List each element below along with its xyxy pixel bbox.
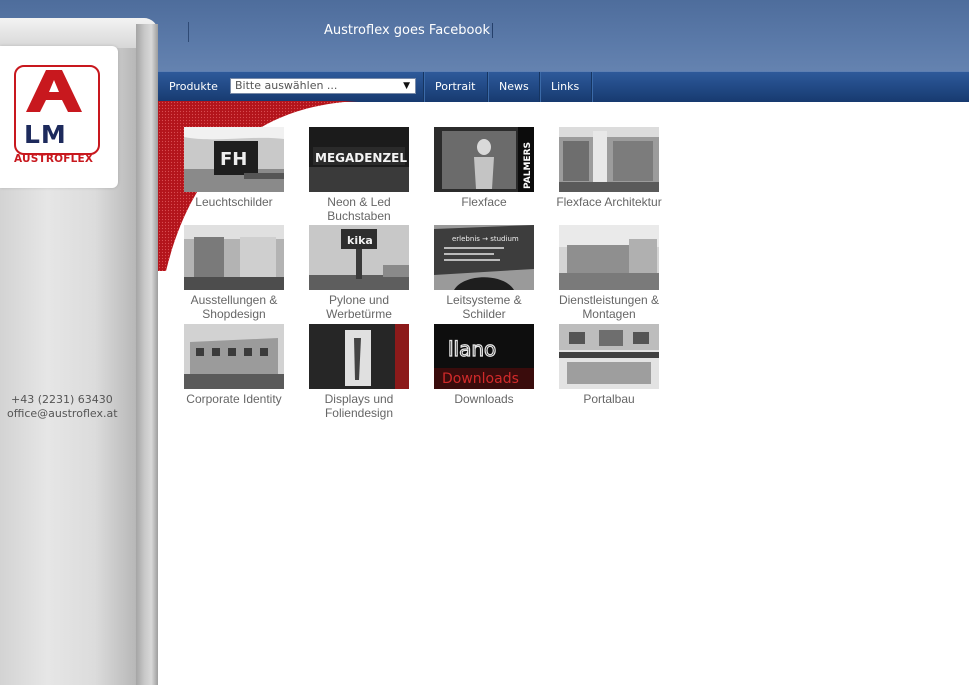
- flexface-thumb[interactable]: PALMERS: [434, 127, 534, 192]
- dropdown-arrow-icon[interactable]: ▼: [403, 79, 410, 93]
- product-sign-text: MEGADENZEL: [315, 151, 407, 165]
- banner-divider: [188, 22, 189, 42]
- flexface-architektur-thumb[interactable]: [559, 127, 659, 192]
- product-label[interactable]: Downloads: [429, 392, 539, 406]
- leitsysteme-thumb[interactable]: erlebnis → studium: [434, 225, 534, 290]
- pylone-thumb[interactable]: kika: [309, 225, 409, 290]
- product-label[interactable]: Flexface Architektur: [554, 195, 664, 209]
- product-tile[interactable]: llano Downloads Downloads: [429, 324, 539, 406]
- product-tile[interactable]: Ausstellungen & Shopdesign: [179, 225, 289, 321]
- product-tile[interactable]: Flexface Architektur: [554, 127, 664, 209]
- sidebar-edge: [136, 24, 158, 685]
- produkte-label: Produkte: [169, 80, 218, 93]
- facebook-link[interactable]: Austroflex goes Facebook: [324, 23, 493, 38]
- product-label[interactable]: Portalbau: [554, 392, 664, 406]
- austroflex-logo-icon: [26, 70, 82, 112]
- contact-email[interactable]: office@austroflex.at: [7, 407, 118, 420]
- product-label[interactable]: Corporate Identity: [179, 392, 289, 406]
- nav-item-portrait[interactable]: Portrait: [435, 80, 475, 93]
- nav-separator: [487, 72, 489, 102]
- corporate-identity-thumb[interactable]: [184, 324, 284, 389]
- nav-separator: [591, 72, 593, 102]
- nav-item-links[interactable]: Links: [551, 80, 579, 93]
- product-select-value: Bitte auswählen ...: [235, 79, 338, 92]
- product-label[interactable]: Leuchtschilder: [179, 195, 289, 209]
- product-tile[interactable]: Portalbau: [554, 324, 664, 406]
- product-label[interactable]: Pylone und Werbetürme: [304, 293, 414, 321]
- product-label[interactable]: Dienstleistungen & Montagen: [554, 293, 664, 321]
- downloads-thumb[interactable]: llano Downloads: [434, 324, 534, 389]
- svg-text:FH: FH: [220, 149, 247, 170]
- product-label[interactable]: Displays und Foliendesign: [304, 392, 414, 420]
- product-tile[interactable]: MEGADENZEL Neon & Led Buchstaben: [304, 127, 414, 223]
- product-tile[interactable]: FH Leuchtschilder: [179, 127, 289, 209]
- product-tile[interactable]: erlebnis → studium Leitsysteme & Schilde…: [429, 225, 539, 321]
- ausstellungen-thumb[interactable]: [184, 225, 284, 290]
- product-label[interactable]: Ausstellungen & Shopdesign: [179, 293, 289, 321]
- product-label[interactable]: Flexface: [429, 195, 539, 209]
- product-select[interactable]: Bitte auswählen ... ▼: [230, 78, 416, 94]
- portalbau-thumb[interactable]: [559, 324, 659, 389]
- nav-item-news[interactable]: News: [499, 80, 529, 93]
- nav-bar: Produkte Bitte auswählen ... ▼ Portrait …: [158, 71, 969, 102]
- nav-separator: [539, 72, 541, 102]
- product-tile[interactable]: Dienstleistungen & Montagen: [554, 225, 664, 321]
- neon-led-thumb[interactable]: MEGADENZEL: [309, 127, 409, 192]
- product-sign-text: erlebnis → studium: [452, 235, 519, 243]
- logo-brand-name: AUSTROFLEX: [14, 153, 94, 165]
- product-sign-text: PALMERS: [523, 142, 533, 189]
- product-tile[interactable]: PALMERS Flexface: [429, 127, 539, 209]
- product-tile[interactable]: Displays und Foliendesign: [304, 324, 414, 420]
- product-label[interactable]: Leitsysteme & Schilder: [429, 293, 539, 321]
- product-sign-text: kika: [347, 234, 373, 247]
- product-sign-text: Downloads: [442, 371, 519, 387]
- displays-thumb[interactable]: [309, 324, 409, 389]
- leuchtschilder-thumb[interactable]: FH: [184, 127, 284, 192]
- svg-text:llano: llano: [448, 337, 496, 361]
- logo-letters: LM: [24, 120, 67, 149]
- product-label[interactable]: Neon & Led Buchstaben: [304, 195, 414, 223]
- product-tile[interactable]: kika Pylone und Werbetürme: [304, 225, 414, 321]
- sidebar-cap: [0, 18, 158, 48]
- dienstleistungen-thumb[interactable]: [559, 225, 659, 290]
- product-tile[interactable]: Corporate Identity: [179, 324, 289, 406]
- contact-phone: +43 (2231) 63430: [11, 393, 113, 406]
- nav-separator: [423, 72, 425, 102]
